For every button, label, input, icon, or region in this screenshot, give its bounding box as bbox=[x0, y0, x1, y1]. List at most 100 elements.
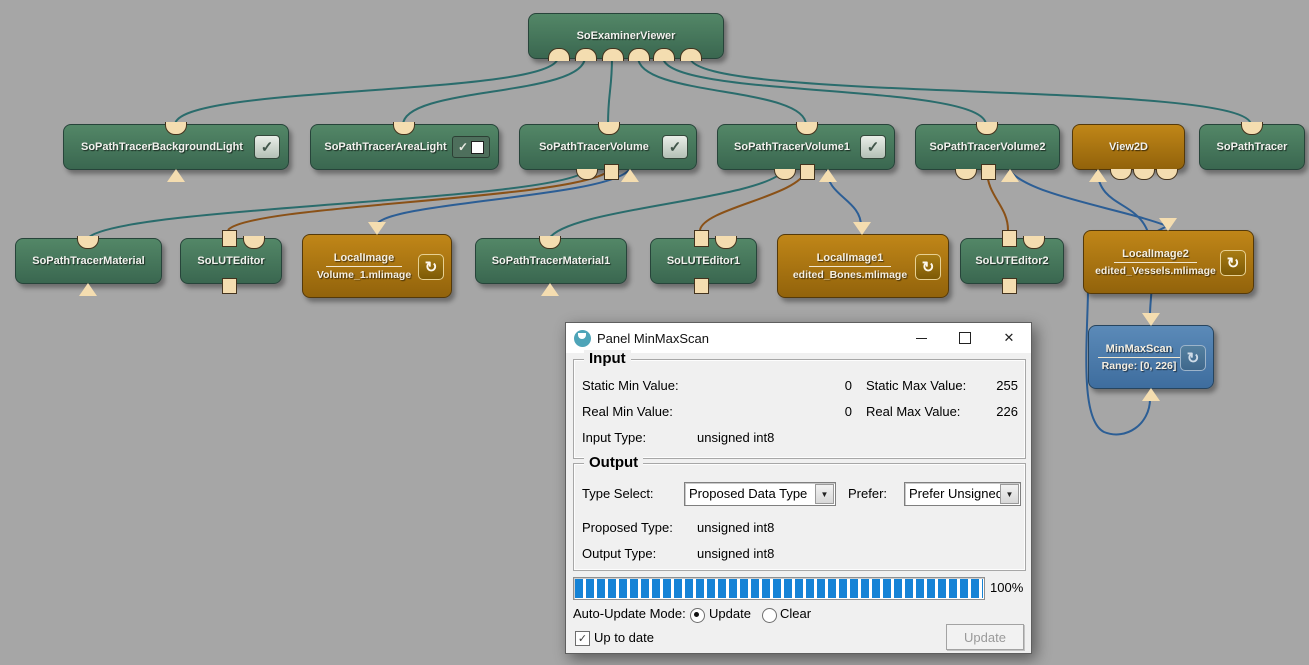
network-canvas: SoExaminerViewer SoPathTracerBackgroundL… bbox=[0, 0, 1309, 665]
node-label: SoPathTracerBackgroundLight bbox=[81, 141, 243, 153]
window-title: Panel MinMaxScan bbox=[597, 331, 709, 346]
node-sopathtracerbackgroundlight[interactable]: SoPathTracerBackgroundLight ✓ bbox=[63, 124, 289, 170]
node-soluteditor1[interactable]: SoLUTEditor1 bbox=[650, 238, 757, 284]
scene-output-connector[interactable] bbox=[539, 236, 561, 249]
edge-viewer-sopathtracer bbox=[690, 57, 1251, 125]
node-localimage2[interactable]: LocalImage2 edited_Vessels.mlimage ↻ bbox=[1083, 230, 1254, 294]
close-button[interactable]: ✕ bbox=[987, 323, 1031, 353]
node-localimage[interactable]: LocalImage Volume_1.mlimage ↻ bbox=[302, 234, 452, 298]
reload-icon[interactable]: ↻ bbox=[418, 254, 444, 280]
node-soluteditor[interactable]: SoLUTEditor bbox=[180, 238, 282, 284]
update-button[interactable]: Update bbox=[946, 624, 1024, 650]
node-minmaxscan[interactable]: MinMaxScan Range: [0, 226] ↻ bbox=[1088, 325, 1214, 389]
scene-input-connector[interactable] bbox=[602, 48, 624, 61]
lut-output-connector[interactable] bbox=[1002, 230, 1017, 247]
node-label: SoPathTracerVolume1 bbox=[734, 141, 850, 153]
lut-input-connector[interactable] bbox=[1002, 278, 1017, 294]
scene-input-connector[interactable] bbox=[680, 48, 702, 61]
lut-input-connector[interactable] bbox=[222, 278, 237, 294]
input-type-label: Input Type: bbox=[582, 430, 646, 445]
check-icon: ✓ bbox=[669, 138, 682, 156]
node-sopathtracervolume2[interactable]: SoPathTracerVolume2 bbox=[915, 124, 1060, 170]
maximize-button[interactable] bbox=[943, 323, 987, 353]
clear-radio-label[interactable]: Clear bbox=[780, 606, 811, 621]
reload-glyph: ↻ bbox=[1187, 349, 1200, 367]
scene-output-connector[interactable] bbox=[77, 236, 99, 249]
real-min-label: Real Min Value: bbox=[582, 404, 673, 419]
node-filename: edited_Vessels.mlimage bbox=[1095, 265, 1216, 277]
node-label: LocalImage bbox=[326, 252, 403, 267]
node-sopathtracervolume1[interactable]: SoPathTracerVolume1 ✓ bbox=[717, 124, 895, 170]
reload-glyph: ↻ bbox=[1227, 254, 1240, 272]
lut-input-connector[interactable] bbox=[604, 164, 619, 180]
up-to-date-checkbox[interactable]: ✓ bbox=[575, 631, 590, 646]
node-localimage1[interactable]: LocalImage1 edited_Bones.mlimage ↻ bbox=[777, 234, 949, 298]
output-group: Output Type Select: Proposed Data Type ▼… bbox=[573, 463, 1026, 571]
scene-input-connector[interactable] bbox=[548, 48, 570, 61]
node-filename: Volume_1.mlimage bbox=[317, 269, 411, 281]
static-max-value: 255 bbox=[974, 378, 1018, 393]
dropdown-button[interactable]: ▼ bbox=[1000, 484, 1019, 504]
scene-output-connector[interactable] bbox=[243, 236, 265, 249]
clear-radio[interactable] bbox=[762, 608, 777, 623]
node-label: SoExaminerViewer bbox=[577, 30, 676, 42]
edge-viewer-volume bbox=[608, 57, 612, 125]
scene-output-connector[interactable] bbox=[796, 122, 818, 135]
scene-output-connector[interactable] bbox=[598, 122, 620, 135]
check-square-badge[interactable]: ✓ bbox=[452, 136, 490, 158]
lut-input-connector[interactable] bbox=[981, 164, 996, 180]
node-sopathtracervolume[interactable]: SoPathTracerVolume ✓ bbox=[519, 124, 697, 170]
scene-output-connector[interactable] bbox=[393, 122, 415, 135]
scene-output-connector[interactable] bbox=[715, 236, 737, 249]
node-soluteditor2[interactable]: SoLUTEditor2 bbox=[960, 238, 1064, 284]
update-radio[interactable] bbox=[690, 608, 705, 623]
reload-icon[interactable]: ↻ bbox=[915, 254, 941, 280]
node-view2d[interactable]: View2D bbox=[1072, 124, 1185, 170]
scene-output-connector[interactable] bbox=[976, 122, 998, 135]
update-radio-label[interactable]: Update bbox=[709, 606, 751, 621]
scene-output-connector[interactable] bbox=[1023, 236, 1045, 249]
node-sopathtracer[interactable]: SoPathTracer bbox=[1199, 124, 1305, 170]
node-sopathtracermaterial1[interactable]: SoPathTracerMaterial1 bbox=[475, 238, 627, 284]
type-select-dropdown[interactable]: Proposed Data Type ▼ bbox=[684, 482, 836, 506]
reload-icon[interactable]: ↻ bbox=[1180, 345, 1206, 371]
close-icon: ✕ bbox=[1004, 330, 1015, 346]
enabled-checkbox-icon[interactable]: ✓ bbox=[662, 135, 688, 159]
type-select-value: Proposed Data Type bbox=[689, 486, 807, 501]
edge-luteditor-volume bbox=[228, 170, 610, 230]
node-soexaminerviewer[interactable]: SoExaminerViewer bbox=[528, 13, 724, 59]
enabled-checkbox-icon[interactable]: ✓ bbox=[860, 135, 886, 159]
prefer-value: Prefer Unsigned bbox=[909, 486, 1003, 501]
node-label: SoLUTEditor2 bbox=[975, 255, 1048, 267]
dropdown-button[interactable]: ▼ bbox=[815, 484, 834, 504]
window-titlebar[interactable]: Panel MinMaxScan ✕ bbox=[566, 323, 1031, 353]
node-label: SoPathTracerVolume2 bbox=[930, 141, 1046, 153]
check-icon: ✓ bbox=[578, 632, 587, 645]
lut-input-connector[interactable] bbox=[800, 164, 815, 180]
lut-output-connector[interactable] bbox=[222, 230, 237, 247]
node-label: SoLUTEditor bbox=[197, 255, 264, 267]
node-sopathtracerarealight[interactable]: SoPathTracerAreaLight ✓ bbox=[310, 124, 499, 170]
output-group-legend: Output bbox=[584, 454, 643, 471]
minimize-button[interactable] bbox=[899, 323, 943, 353]
up-to-date-label: Up to date bbox=[594, 630, 654, 645]
prefer-dropdown[interactable]: Prefer Unsigned ▼ bbox=[904, 482, 1021, 506]
scene-input-connector[interactable] bbox=[653, 48, 675, 61]
lut-input-connector[interactable] bbox=[694, 278, 709, 294]
reload-icon[interactable]: ↻ bbox=[1220, 250, 1246, 276]
enabled-checkbox-icon[interactable]: ✓ bbox=[254, 135, 280, 159]
scene-input-connector[interactable] bbox=[628, 48, 650, 61]
node-label: MinMaxScan bbox=[1098, 343, 1181, 358]
check-icon: ✓ bbox=[261, 138, 274, 156]
check-icon: ✓ bbox=[867, 138, 880, 156]
scene-input-connector[interactable] bbox=[575, 48, 597, 61]
scene-output-connector[interactable] bbox=[1241, 122, 1263, 135]
type-select-label: Type Select: bbox=[582, 486, 654, 501]
node-sopathtracermaterial[interactable]: SoPathTracerMaterial bbox=[15, 238, 162, 284]
proposed-type-label: Proposed Type: bbox=[582, 520, 673, 535]
scene-output-connector[interactable] bbox=[165, 122, 187, 135]
reload-glyph: ↻ bbox=[922, 258, 935, 276]
lut-output-connector[interactable] bbox=[694, 230, 709, 247]
progress-percent: 100% bbox=[990, 580, 1023, 595]
auto-update-mode-label: Auto-Update Mode: bbox=[573, 606, 686, 621]
